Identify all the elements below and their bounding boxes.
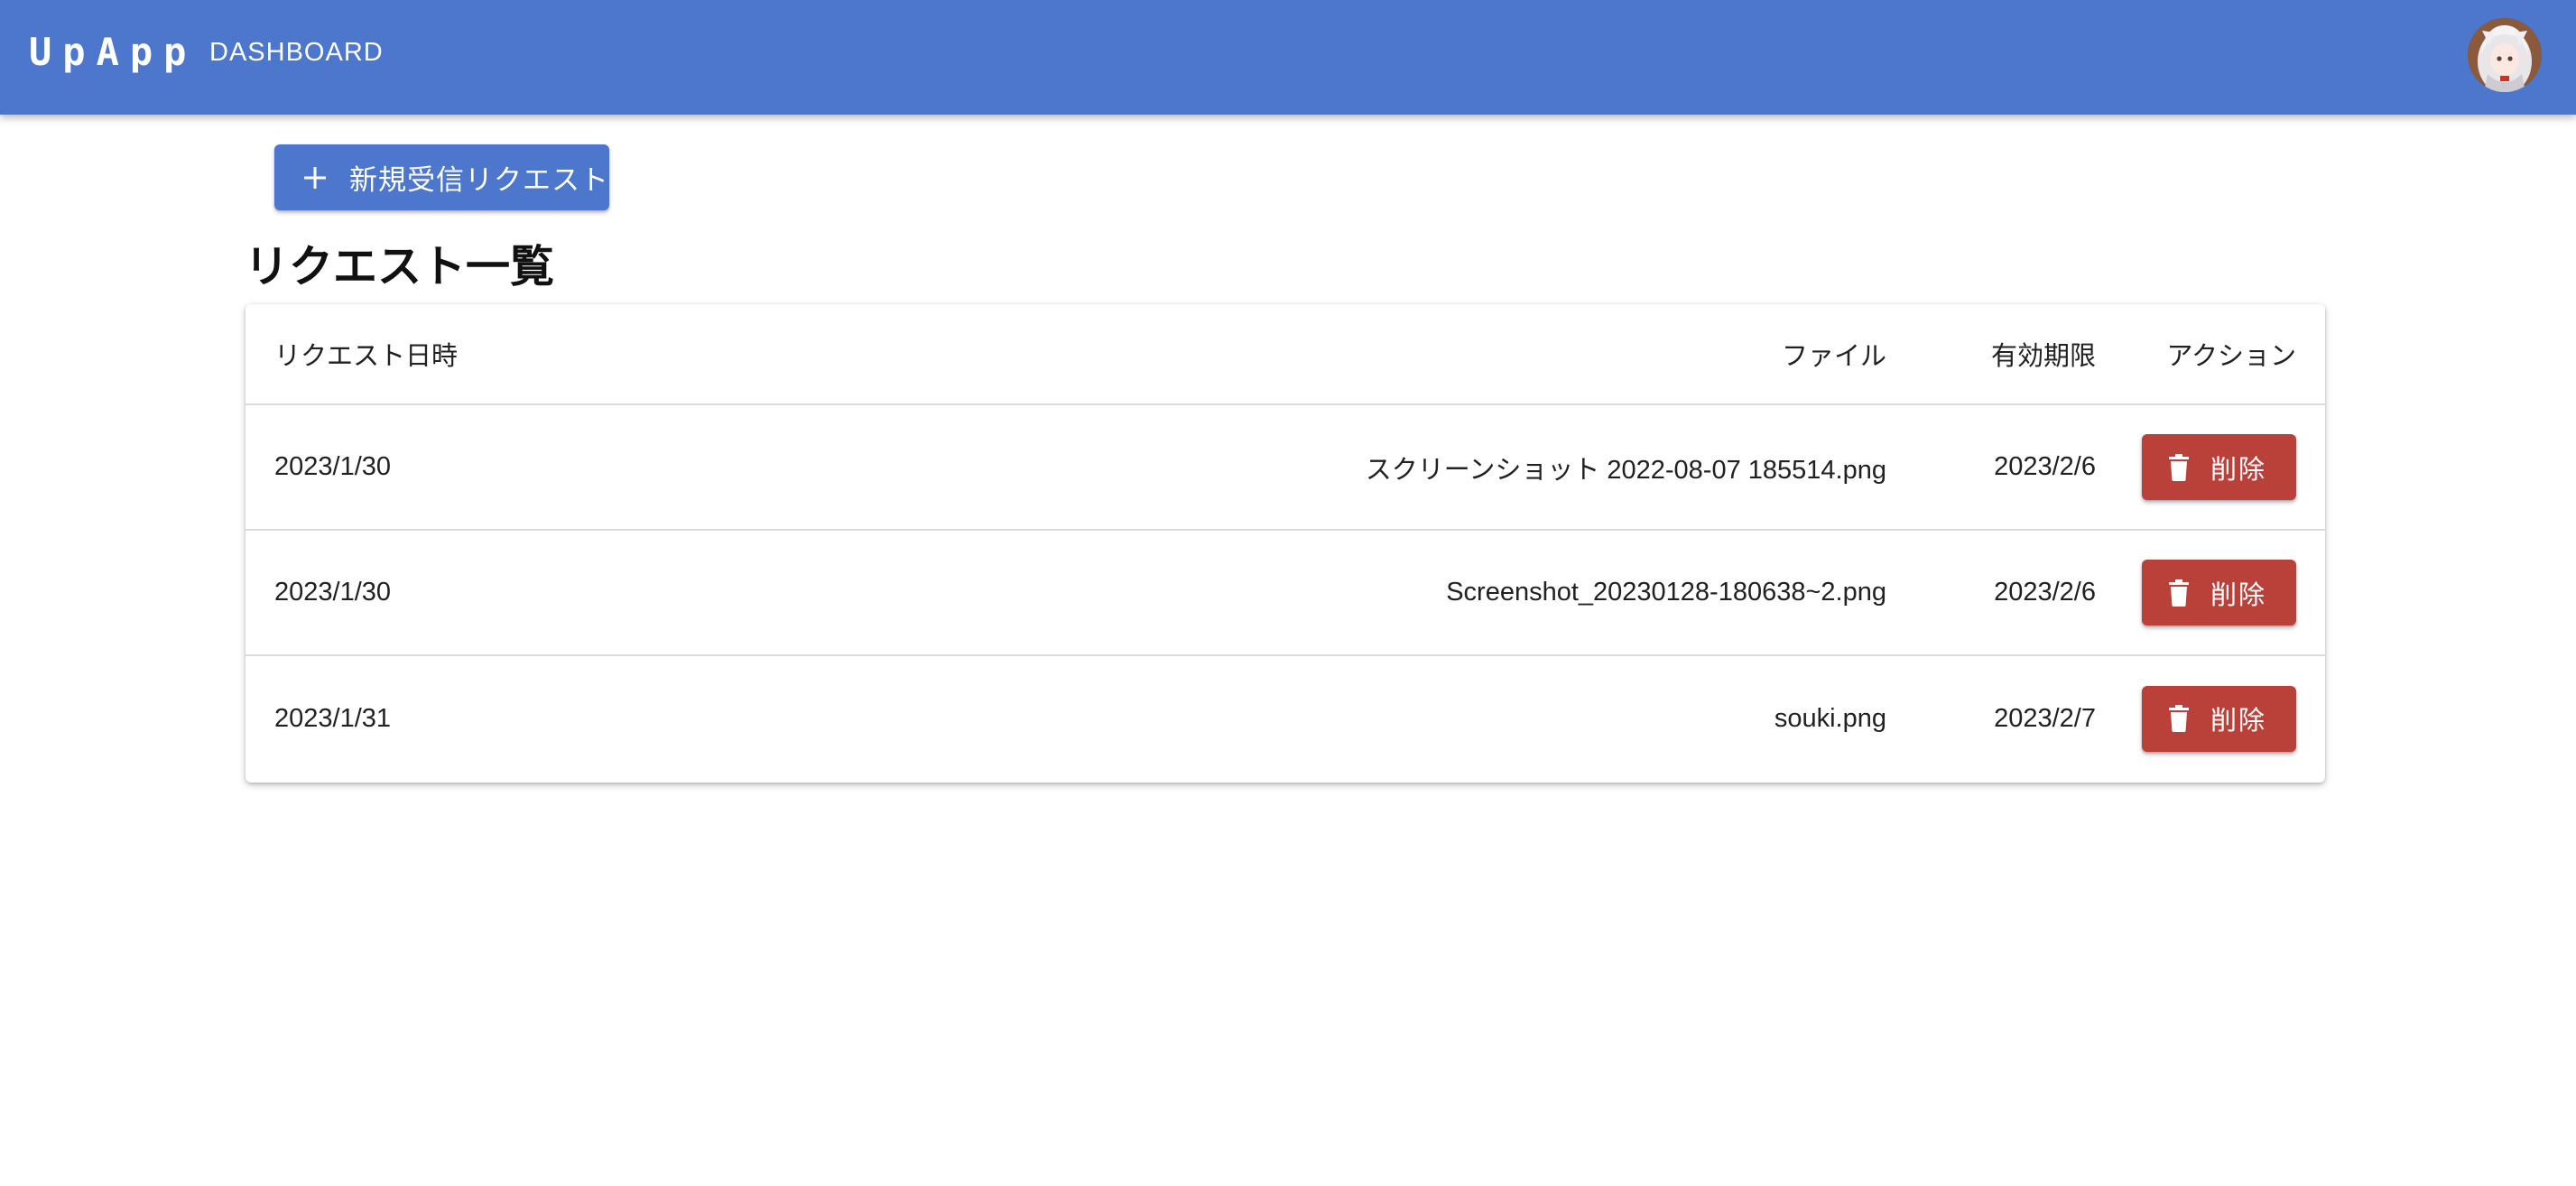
delete-button[interactable]: 削除: [2142, 685, 2296, 752]
cell-expiry: 2023/2/6: [1915, 404, 2096, 531]
cell-request-date: 2023/1/31: [274, 703, 392, 733]
new-request-label: 新規受信リクエスト: [349, 164, 609, 196]
table-row: 2023/1/31 souki.png 2023/2/7 削除: [246, 655, 2325, 781]
cell-expiry: 2023/2/6: [1915, 530, 2096, 656]
cell-request-date: 2023/1/30: [246, 404, 922, 531]
header-action: アクション: [2096, 304, 2325, 405]
trash-icon: [2167, 579, 2191, 607]
request-table: リクエスト日時 ファイル 有効期限 アクション 2023/1/30 スクリーンシ…: [246, 304, 2325, 781]
delete-button[interactable]: 削除: [2142, 560, 2296, 625]
cell-request-date: 2023/1/30: [246, 530, 922, 656]
trash-icon: [2167, 704, 2191, 733]
cell-action: 削除: [2096, 530, 2325, 656]
nav-dashboard-link[interactable]: DASHBOARD: [209, 36, 384, 69]
delete-label: 削除: [2210, 455, 2267, 485]
header-request-date: リクエスト日時: [246, 304, 922, 405]
header-file: ファイル: [922, 304, 1915, 405]
new-request-button[interactable]: 新規受信リクエスト: [274, 144, 609, 210]
plus-icon: [300, 160, 329, 196]
cell-file-name: Screenshot_20230128-180638~2.png: [922, 530, 1915, 656]
page-title: リクエスト一覧: [245, 243, 555, 292]
table-header-row: リクエスト日時 ファイル 有効期限 アクション: [246, 304, 2325, 405]
cell-expiry: 2023/2/7: [1994, 703, 2096, 733]
app-logo[interactable]: UpApp: [29, 27, 197, 78]
table-row: 2023/1/30 Screenshot_20230128-180638~2.p…: [246, 530, 2325, 656]
trash-icon: [2167, 453, 2191, 482]
delete-button[interactable]: 削除: [2142, 434, 2296, 500]
cell-file-name: スクリーンショット 2022-08-07 185514.png: [922, 404, 1915, 531]
cell-file-name: souki.png: [1774, 703, 1886, 733]
cell-action: 削除: [2096, 404, 2325, 531]
header-expiry: 有効期限: [1915, 304, 2096, 405]
delete-label: 削除: [2210, 707, 2267, 736]
table-row: 2023/1/30 スクリーンショット 2022-08-07 185514.pn…: [246, 404, 2325, 531]
delete-label: 削除: [2210, 580, 2267, 610]
user-avatar-icon[interactable]: [2468, 18, 2542, 92]
request-table-card: リクエスト日時 ファイル 有効期限 アクション 2023/1/30 スクリーンシ…: [246, 304, 2325, 783]
cell-action: 削除: [2096, 655, 2325, 781]
app-bar: UpApp DASHBOARD: [0, 0, 2576, 115]
